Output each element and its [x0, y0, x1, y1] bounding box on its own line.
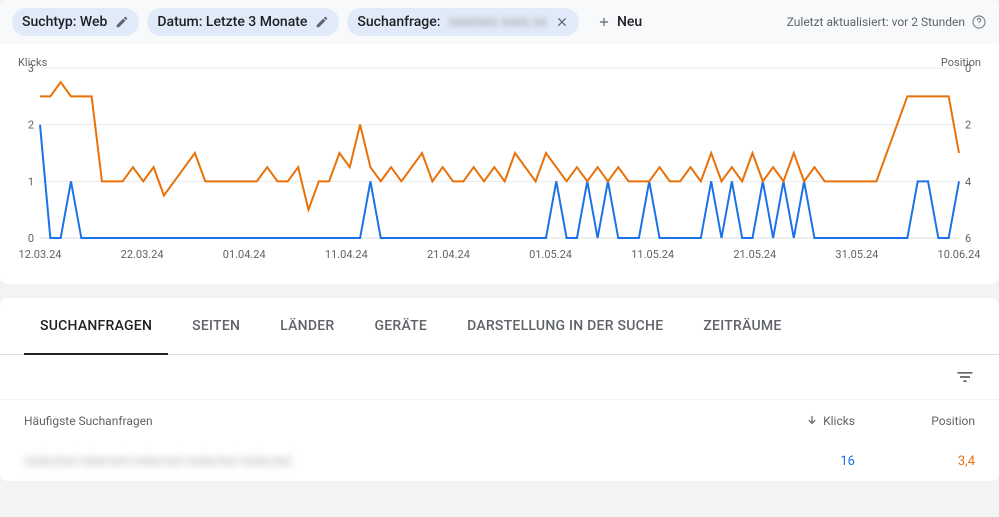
filter-row — [0, 355, 999, 400]
chip-label: Suchanfrage: — [357, 14, 440, 30]
col-header-query[interactable]: Häufigste Suchanfragen — [24, 414, 735, 428]
svg-text:11.05.24: 11.05.24 — [631, 248, 674, 261]
svg-text:10.06.24: 10.06.24 — [938, 248, 981, 261]
svg-text:2: 2 — [965, 119, 971, 132]
table-card: SUCHANFRAGENSEITENLÄNDERGERÄTEDARSTELLUN… — [0, 298, 999, 481]
svg-text:21.04.24: 21.04.24 — [427, 248, 470, 261]
tab-geräte[interactable]: GERÄTE — [358, 298, 443, 354]
col-klicks-label: Klicks — [823, 414, 855, 428]
cell-query: redacted redacted redacted redacted reda… — [24, 454, 735, 469]
svg-text:2: 2 — [28, 119, 34, 132]
pencil-icon — [315, 15, 329, 29]
tab-länder[interactable]: LÄNDER — [264, 298, 350, 354]
right-axis-label: Position — [941, 56, 981, 69]
tab-darstellung-in-der-suche[interactable]: DARSTELLUNG IN DER SUCHE — [451, 298, 679, 354]
svg-text:31.05.24: 31.05.24 — [835, 248, 878, 261]
svg-text:11.04.24: 11.04.24 — [325, 248, 368, 261]
cell-klicks: 16 — [735, 454, 855, 469]
chip-label: Suchtyp: Web — [22, 14, 107, 30]
table-row[interactable]: redacted redacted redacted redacted reda… — [0, 442, 999, 481]
help-icon[interactable] — [971, 14, 987, 30]
pencil-icon — [115, 15, 129, 29]
svg-text:1: 1 — [28, 175, 34, 188]
cell-position: 3,4 — [855, 454, 975, 469]
left-axis-label: Klicks — [18, 56, 47, 69]
add-new-button[interactable]: Neu — [587, 8, 652, 36]
table-header: Häufigste Suchanfragen Klicks Position — [0, 400, 999, 442]
line-chart: 0123024612.03.2422.03.2401.04.2411.04.24… — [18, 56, 981, 266]
filter-icon[interactable] — [955, 367, 975, 387]
svg-text:4: 4 — [965, 175, 971, 188]
tab-suchanfragen[interactable]: SUCHANFRAGEN — [24, 298, 168, 354]
last-updated: Zuletzt aktualisiert: vor 2 Stunden — [787, 14, 987, 30]
add-new-label: Neu — [617, 14, 642, 30]
tab-seiten[interactable]: SEITEN — [176, 298, 256, 354]
filter-bar: Suchtyp: Web Datum: Letzte 3 Monate Such… — [0, 0, 999, 44]
svg-text:01.05.24: 01.05.24 — [529, 248, 572, 261]
svg-text:01.04.24: 01.04.24 — [223, 248, 266, 261]
last-updated-text: Zuletzt aktualisiert: vor 2 Stunden — [787, 15, 965, 29]
tab-zeiträume[interactable]: ZEITRÄUME — [687, 298, 797, 354]
arrow-down-icon — [805, 414, 819, 428]
svg-text:21.05.24: 21.05.24 — [733, 248, 776, 261]
svg-text:22.03.24: 22.03.24 — [121, 248, 164, 261]
col-header-position[interactable]: Position — [855, 414, 975, 428]
chip-label: Datum: Letzte 3 Monate — [157, 14, 307, 30]
col-header-klicks[interactable]: Klicks — [735, 414, 855, 428]
svg-text:0: 0 — [28, 232, 34, 245]
svg-text:12.03.24: 12.03.24 — [19, 248, 62, 261]
chip-date[interactable]: Datum: Letzte 3 Monate — [147, 8, 339, 36]
chip-search-type[interactable]: Suchtyp: Web — [12, 8, 139, 36]
close-icon[interactable] — [555, 15, 569, 29]
chip-query-value: xxxxxxx xxxx xx — [448, 14, 547, 30]
svg-text:6: 6 — [965, 232, 971, 245]
chip-query[interactable]: Suchanfrage: xxxxxxx xxxx xx — [347, 8, 579, 36]
tabs: SUCHANFRAGENSEITENLÄNDERGERÄTEDARSTELLUN… — [0, 298, 999, 355]
plus-icon — [597, 15, 611, 29]
chart-card: Klicks Position 0123024612.03.2422.03.24… — [0, 44, 999, 284]
